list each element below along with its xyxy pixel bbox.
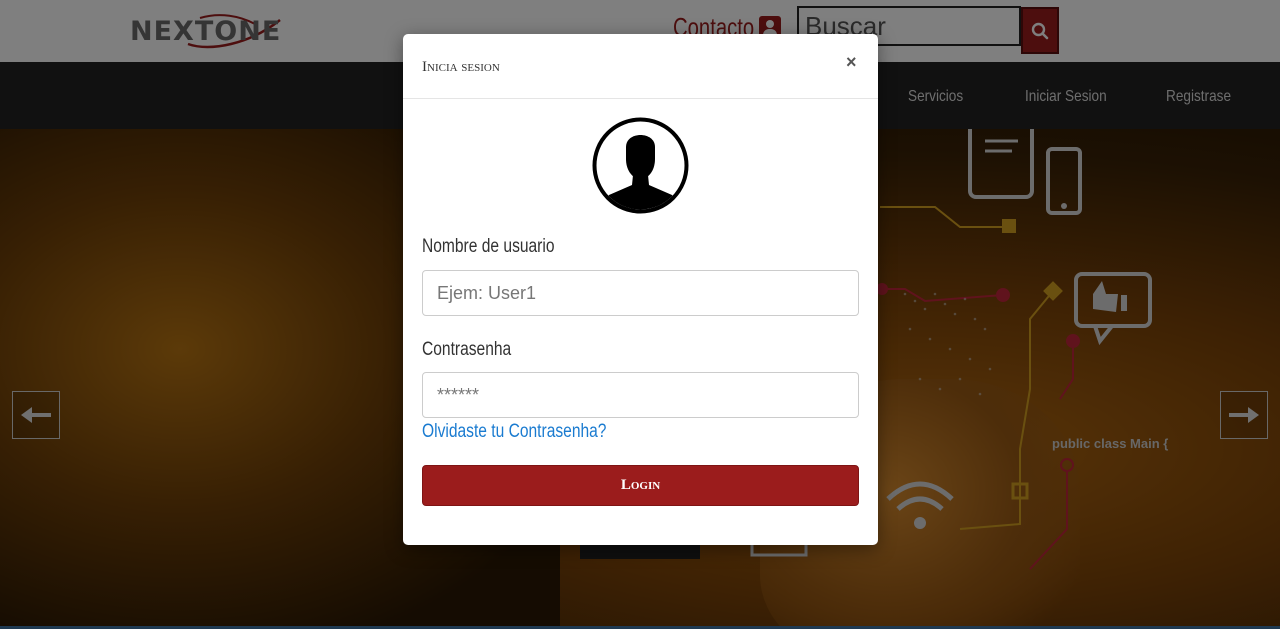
login-modal: Inicia sesion × Nombre de usuario Contra… xyxy=(403,34,878,545)
login-button-label: Login xyxy=(620,477,661,493)
close-icon[interactable]: × xyxy=(846,52,857,73)
modal-title: Inicia sesion xyxy=(422,59,500,75)
password-label: Contrasenha xyxy=(422,339,512,360)
forgot-password-link[interactable]: Olvidaste tu Contrasenha? xyxy=(422,421,606,443)
username-label: Nombre de usuario xyxy=(422,236,555,257)
login-button[interactable]: Login xyxy=(422,465,859,506)
user-avatar-icon xyxy=(592,117,689,214)
username-input[interactable] xyxy=(422,270,859,316)
modal-header: Inicia sesion × xyxy=(403,34,878,99)
password-input[interactable] xyxy=(422,372,859,418)
